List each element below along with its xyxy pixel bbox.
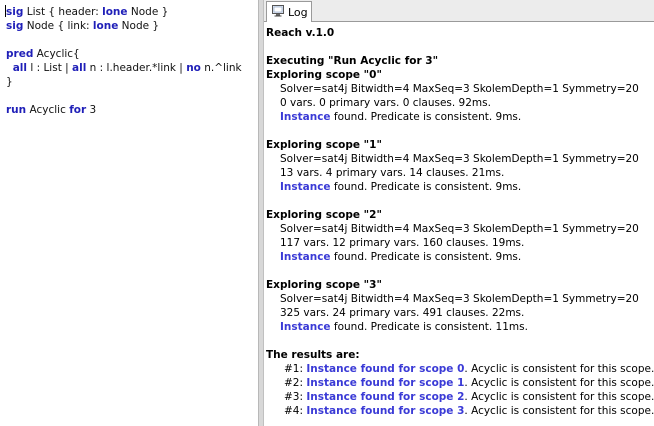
code-line: } xyxy=(6,75,242,89)
instance-link[interactable]: Instance xyxy=(280,111,331,123)
result-text: . Acyclic is consistent for this scope. xyxy=(464,377,654,389)
code-token: List { header: xyxy=(23,6,103,18)
result-line: #2: Instance found for scope 1. Acyclic … xyxy=(266,376,654,390)
code-token: n.^link xyxy=(200,62,242,74)
code-token: n : l.header.*link | xyxy=(86,62,187,74)
code-token: Acyclic{ xyxy=(33,48,80,60)
version-text: Reach v.1.0 xyxy=(266,27,335,39)
code-token: Acyclic xyxy=(26,104,70,116)
instance-link[interactable]: Instance xyxy=(280,251,331,263)
solver-line: Solver=sat4j Bitwidth=4 MaxSeq=3 SkolemD… xyxy=(280,153,639,165)
result-instance-link[interactable]: Instance found for scope 3 xyxy=(306,405,464,417)
scope-title: Exploring scope "1" xyxy=(266,139,382,151)
code-keyword: lone xyxy=(92,20,119,32)
code-text[interactable]: sig List { header: lone Node } sig Node {… xyxy=(5,5,242,117)
code-keyword: no xyxy=(186,62,201,74)
solver-line: Solver=sat4j Bitwidth=4 MaxSeq=3 SkolemD… xyxy=(280,293,639,305)
scope-block: Exploring scope "2" Solver=sat4j Bitwidth… xyxy=(266,208,654,278)
stats-line: 117 vars. 12 primary vars. 160 clauses. … xyxy=(280,237,525,249)
scope-title: Exploring scope "0" xyxy=(266,69,382,81)
code-keyword: sig xyxy=(6,20,24,32)
result-line: #4: Instance found for scope 3. Acyclic … xyxy=(266,404,654,418)
instance-line: Instance found. Predicate is consistent.… xyxy=(266,110,654,124)
instance-result: found. Predicate is consistent. 9ms. xyxy=(330,251,522,263)
result-text: . Acyclic is consistent for this scope. xyxy=(464,363,654,375)
code-token: Node } xyxy=(127,6,169,18)
code-token: Node { link: xyxy=(23,20,93,32)
code-keyword: pred xyxy=(6,48,34,60)
tab-log[interactable]: Log xyxy=(266,1,312,22)
scope-block: Exploring scope "0" Solver=sat4j Bitwidth… xyxy=(266,68,654,138)
stats-line: 13 vars. 4 primary vars. 14 clauses. 21m… xyxy=(280,167,505,179)
scope-block: Exploring scope "1" Solver=sat4j Bitwidth… xyxy=(266,138,654,208)
scope-title: Exploring scope "2" xyxy=(266,209,382,221)
code-line: all l : List | all n : l.header.*link | … xyxy=(6,61,242,75)
instance-link[interactable]: Instance xyxy=(280,321,331,333)
code-keyword: all xyxy=(72,62,87,74)
monitor-icon xyxy=(272,4,284,20)
instance-result: found. Predicate is consistent. 11ms. xyxy=(330,321,528,333)
code-token: l : List | xyxy=(26,62,73,74)
executing-text: Executing "Run Acyclic for 3" xyxy=(266,55,439,67)
solver-line: Solver=sat4j Bitwidth=4 MaxSeq=3 SkolemD… xyxy=(280,223,639,235)
result-number: #3: xyxy=(284,391,307,403)
result-text: . Acyclic is consistent for this scope. xyxy=(464,405,654,417)
result-number: #4: xyxy=(284,405,307,417)
stats-line: 0 vars. 0 primary vars. 0 clauses. 92ms. xyxy=(280,97,491,109)
result-line: #3: Instance found for scope 2. Acyclic … xyxy=(266,390,654,404)
results-header: The results are: xyxy=(266,349,360,361)
code-token: Node } xyxy=(118,20,160,32)
code-editor[interactable]: sig List { header: lone Node } sig Node {… xyxy=(0,0,258,426)
result-instance-link[interactable]: Instance found for scope 1 xyxy=(306,377,464,389)
instance-line: Instance found. Predicate is consistent.… xyxy=(266,320,654,334)
code-line: sig List { header: lone Node } xyxy=(5,5,242,19)
result-number: #1: xyxy=(284,363,307,375)
instance-line: Instance found. Predicate is consistent.… xyxy=(266,250,654,264)
code-keyword: run xyxy=(6,104,27,116)
result-instance-link[interactable]: Instance found for scope 2 xyxy=(306,391,464,403)
log-pane: Log Reach v.1.0 Executing "Run Acyclic f… xyxy=(264,0,654,426)
instance-result: found. Predicate is consistent. 9ms. xyxy=(330,181,522,193)
log-output: Reach v.1.0 Executing "Run Acyclic for 3… xyxy=(266,26,654,418)
result-instance-link[interactable]: Instance found for scope 0 xyxy=(306,363,464,375)
scope-title: Exploring scope "3" xyxy=(266,279,382,291)
code-line: run Acyclic for 3 xyxy=(6,103,242,117)
code-line: sig Node { link: lone Node } xyxy=(6,19,242,33)
tab-log-label: Log xyxy=(288,5,308,19)
code-line: pred Acyclic{ xyxy=(6,47,242,61)
code-token: } xyxy=(6,76,13,88)
code-keyword: lone xyxy=(102,6,128,18)
scope-block: Exploring scope "3" Solver=sat4j Bitwidth… xyxy=(266,278,654,348)
instance-result: found. Predicate is consistent. 9ms. xyxy=(330,111,522,123)
code-keyword: all xyxy=(12,62,27,74)
stats-line: 325 vars. 24 primary vars. 491 clauses. … xyxy=(280,307,525,319)
solver-line: Solver=sat4j Bitwidth=4 MaxSeq=3 SkolemD… xyxy=(280,83,639,95)
result-text: . Acyclic is consistent for this scope. xyxy=(464,391,654,403)
instance-line: Instance found. Predicate is consistent.… xyxy=(266,180,654,194)
tab-bar: Log xyxy=(264,0,654,22)
instance-link[interactable]: Instance xyxy=(280,181,331,193)
code-keyword: sig xyxy=(6,6,24,18)
code-keyword: for xyxy=(69,104,87,116)
result-number: #2: xyxy=(284,377,307,389)
result-line: #1: Instance found for scope 0. Acyclic … xyxy=(266,362,654,376)
code-token: 3 xyxy=(86,104,97,116)
